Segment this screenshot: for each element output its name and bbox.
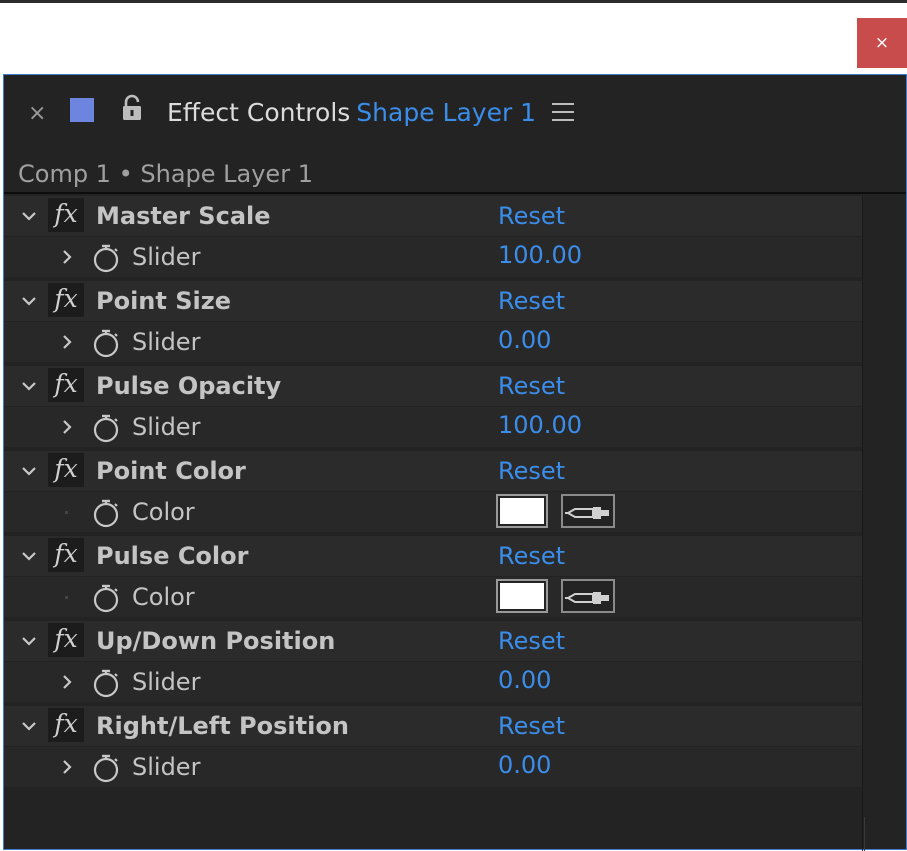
chevron-right-icon[interactable]: [56, 416, 78, 438]
chevron-down-icon[interactable]: [18, 715, 40, 737]
chevron-down-icon[interactable]: [18, 460, 40, 482]
fx-icon[interactable]: fx: [48, 453, 84, 487]
chevron-down-icon[interactable]: [18, 630, 40, 652]
property-row: Slider 0.00: [4, 747, 862, 787]
stopwatch-icon[interactable]: [91, 498, 121, 528]
column-divider: [862, 196, 863, 851]
close-icon: ×: [874, 33, 890, 53]
color-swatch[interactable]: [496, 579, 548, 613]
reset-button[interactable]: Reset: [498, 200, 565, 232]
breadcrumb: Comp 1 • Shape Layer 1: [18, 160, 313, 188]
effect-row[interactable]: fx Up/Down Position Reset: [4, 621, 862, 661]
tab-close-icon[interactable]: ×: [28, 99, 46, 129]
slider-value[interactable]: 0.00: [498, 749, 551, 781]
eyedropper-button[interactable]: [561, 494, 615, 528]
effect-row[interactable]: fx Master Scale Reset: [4, 196, 862, 236]
effect-row[interactable]: fx Pulse Opacity Reset: [4, 366, 862, 406]
resize-handle[interactable]: [864, 817, 865, 851]
panel-title-text: Effect Controls: [167, 98, 351, 127]
property-name: Slider: [132, 243, 201, 271]
property-row: Slider 100.00: [4, 407, 862, 447]
eyedropper-icon: [565, 507, 609, 519]
fx-icon[interactable]: fx: [48, 283, 84, 317]
hamburger-menu-icon[interactable]: [552, 103, 574, 123]
effect-row[interactable]: fx Right/Left Position Reset: [4, 706, 862, 746]
property-name: Slider: [132, 668, 201, 696]
property-row: Color: [4, 492, 862, 532]
stopwatch-icon[interactable]: [91, 243, 121, 273]
effect-controls-panel: × Effect Controls Shape Layer 1 Comp 1 • …: [3, 74, 907, 851]
bullet-dot: [65, 511, 68, 514]
effect-name: Point Size: [96, 287, 231, 315]
stopwatch-icon[interactable]: [91, 583, 121, 613]
chevron-right-icon[interactable]: [56, 756, 78, 778]
property-name: Color: [132, 498, 195, 526]
slider-value[interactable]: 0.00: [498, 324, 551, 356]
chevron-down-icon[interactable]: [18, 205, 40, 227]
chevron-right-icon[interactable]: [56, 331, 78, 353]
property-name: Slider: [132, 413, 201, 441]
chevron-down-icon[interactable]: [18, 375, 40, 397]
property-name: Color: [132, 583, 195, 611]
panel-layer-name[interactable]: Shape Layer 1: [356, 98, 536, 127]
effect-name: Pulse Color: [96, 542, 249, 570]
property-row: Color: [4, 577, 862, 617]
fx-icon[interactable]: fx: [48, 198, 84, 232]
panel-title[interactable]: Effect Controls Shape Layer 1: [167, 97, 536, 129]
property-name: Slider: [132, 328, 201, 356]
effect-row[interactable]: fx Point Size Reset: [4, 281, 862, 321]
chevron-right-icon[interactable]: [56, 671, 78, 693]
fx-icon[interactable]: fx: [48, 368, 84, 402]
chevron-right-icon[interactable]: [56, 246, 78, 268]
reset-button[interactable]: Reset: [498, 625, 565, 657]
chevron-down-icon[interactable]: [18, 290, 40, 312]
effect-name: Master Scale: [96, 202, 271, 230]
fx-icon[interactable]: fx: [48, 623, 84, 657]
property-row: Slider 0.00: [4, 662, 862, 702]
slider-value[interactable]: 100.00: [498, 239, 582, 271]
effects-list: fx Master Scale Reset Slider 100.00 fx P…: [4, 196, 862, 791]
reset-button[interactable]: Reset: [498, 285, 565, 317]
top-strip: [0, 0, 907, 3]
reset-button[interactable]: Reset: [498, 540, 565, 572]
reset-button[interactable]: Reset: [498, 370, 565, 402]
reset-button[interactable]: Reset: [498, 455, 565, 487]
stopwatch-icon[interactable]: [91, 413, 121, 443]
reset-button[interactable]: Reset: [498, 710, 565, 742]
stopwatch-icon[interactable]: [91, 328, 121, 358]
effect-row[interactable]: fx Point Color Reset: [4, 451, 862, 491]
bullet-dot: [65, 596, 68, 599]
color-swatch-fill: [500, 498, 544, 524]
effect-name: Up/Down Position: [96, 627, 336, 655]
eyedropper-icon: [565, 592, 609, 604]
effect-row[interactable]: fx Pulse Color Reset: [4, 536, 862, 576]
color-swatch[interactable]: [496, 494, 548, 528]
header-divider: [4, 192, 906, 194]
panel-tab-header: × Effect Controls Shape Layer 1: [4, 75, 906, 153]
chevron-down-icon[interactable]: [18, 545, 40, 567]
effect-name: Pulse Opacity: [96, 372, 282, 400]
property-row: Slider 100.00: [4, 237, 862, 277]
effect-name: Right/Left Position: [96, 712, 349, 740]
slider-value[interactable]: 0.00: [498, 664, 551, 696]
stopwatch-icon[interactable]: [91, 668, 121, 698]
property-row: Slider 0.00: [4, 322, 862, 362]
slider-value[interactable]: 100.00: [498, 409, 582, 441]
fx-icon[interactable]: fx: [48, 538, 84, 572]
color-swatch-fill: [500, 583, 544, 609]
layer-label-color-swatch[interactable]: [70, 98, 94, 122]
eyedropper-button[interactable]: [561, 579, 615, 613]
property-name: Slider: [132, 753, 201, 781]
window-close-button[interactable]: ×: [857, 18, 907, 68]
fx-icon[interactable]: fx: [48, 708, 84, 742]
effect-name: Point Color: [96, 457, 246, 485]
lock-icon[interactable]: [121, 94, 143, 122]
stopwatch-icon[interactable]: [91, 753, 121, 783]
